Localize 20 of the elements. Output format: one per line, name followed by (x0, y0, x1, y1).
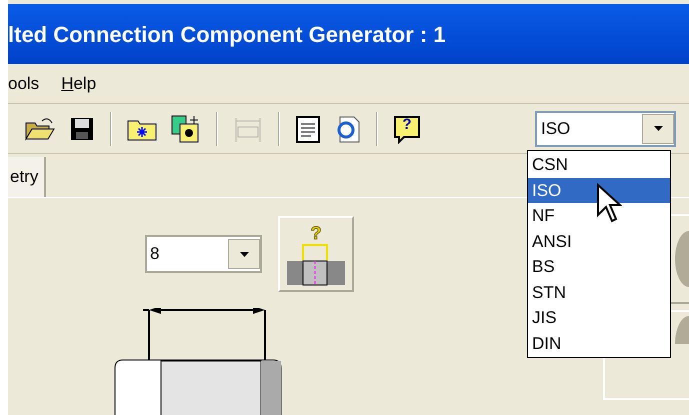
dropdown-option[interactable]: JIS (528, 305, 670, 330)
dropdown-button[interactable] (642, 114, 674, 144)
dropdown-button[interactable] (228, 239, 260, 269)
notepad-icon[interactable] (294, 114, 322, 144)
dropdown-option[interactable]: CSN (528, 152, 670, 178)
size-dropdown[interactable]: 8 (145, 235, 262, 273)
standard-dropdown[interactable]: ISO (535, 110, 676, 146)
caret-icon (654, 126, 662, 131)
window-title: lted Connection Component Generator : 1 (8, 20, 446, 49)
help-button[interactable]: ? (392, 114, 422, 144)
menu-item[interactable]: ools (8, 70, 40, 96)
dropdown-option[interactable]: BS (528, 254, 670, 280)
dropdown-option[interactable]: DIN (528, 330, 670, 356)
mouse-pointer-icon (596, 183, 622, 223)
menu-item[interactable]: Help (61, 70, 96, 96)
dropdown-option[interactable]: STN (528, 280, 670, 305)
dropdown-option[interactable]: ANSI (528, 228, 670, 254)
dropdown-option[interactable]: NF (528, 203, 670, 228)
caret-icon (240, 252, 248, 256)
tab[interactable]: etry (8, 157, 46, 197)
